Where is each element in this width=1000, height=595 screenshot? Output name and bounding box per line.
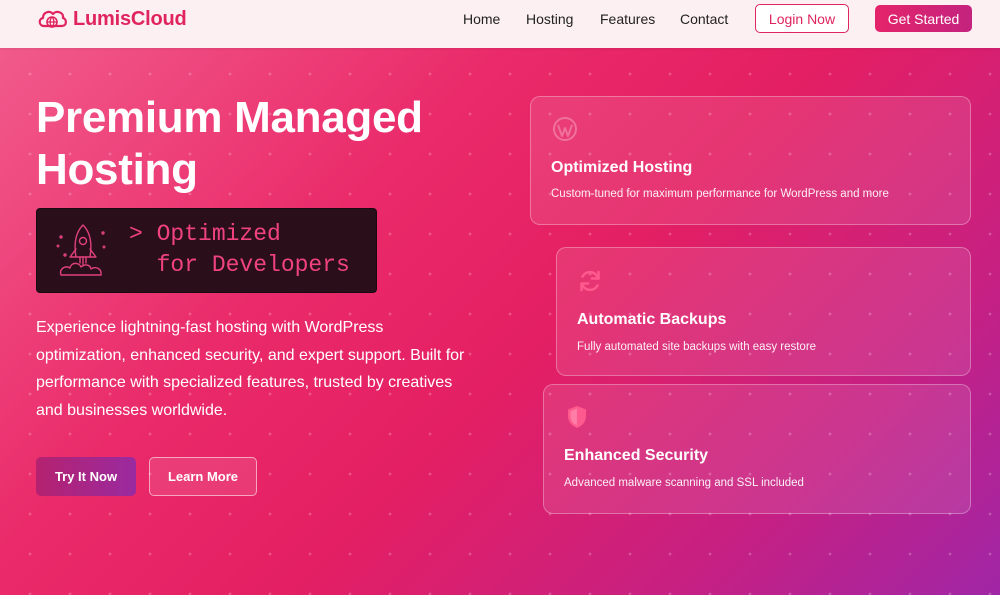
hero-title: Premium Managed Hosting — [36, 93, 423, 194]
learn-more-button[interactable]: Learn More — [149, 457, 257, 496]
wordpress-icon — [553, 117, 577, 141]
cloud-globe-icon — [38, 10, 67, 28]
shield-icon — [568, 406, 586, 428]
feature-title: Automatic Backups — [577, 311, 727, 328]
nav-link-contact[interactable]: Contact — [680, 11, 728, 27]
get-started-button[interactable]: Get Started — [875, 5, 972, 32]
feature-card-optimized-hosting[interactable]: Optimized Hosting Custom-tuned for maxim… — [530, 96, 971, 225]
nav-link-hosting[interactable]: Hosting — [526, 11, 573, 27]
brand-name: LumisCloud — [73, 7, 187, 30]
feature-title: Optimized Hosting — [551, 159, 693, 176]
feature-description: Custom-tuned for maximum performance for… — [551, 188, 889, 200]
terminal-banner: > Optimized for Developers — [36, 208, 377, 293]
try-it-now-button[interactable]: Try It Now — [36, 457, 136, 496]
feature-description: Fully automated site backups with easy r… — [577, 341, 817, 353]
feature-card-enhanced-security[interactable]: Enhanced Security Advanced malware scann… — [543, 384, 971, 514]
feature-title: Enhanced Security — [564, 447, 709, 464]
brand-logo[interactable]: LumisCloud — [36, 6, 187, 32]
hero-description: Experience lightning-fast hosting with W… — [36, 319, 465, 419]
nav-link-home[interactable]: Home — [463, 11, 500, 27]
nav-link-features[interactable]: Features — [600, 11, 655, 27]
login-button[interactable]: Login Now — [755, 4, 849, 33]
terminal-text: > Optimized for Developers — [129, 221, 350, 278]
feature-card-automatic-backups[interactable]: Automatic Backups Fully automated site b… — [556, 247, 971, 376]
feature-description: Advanced malware scanning and SSL includ… — [564, 477, 804, 489]
refresh-icon — [580, 270, 600, 292]
site-header: LumisCloud Home Hosting Features Contact… — [0, 0, 1000, 48]
rocket-icon — [56, 224, 106, 276]
